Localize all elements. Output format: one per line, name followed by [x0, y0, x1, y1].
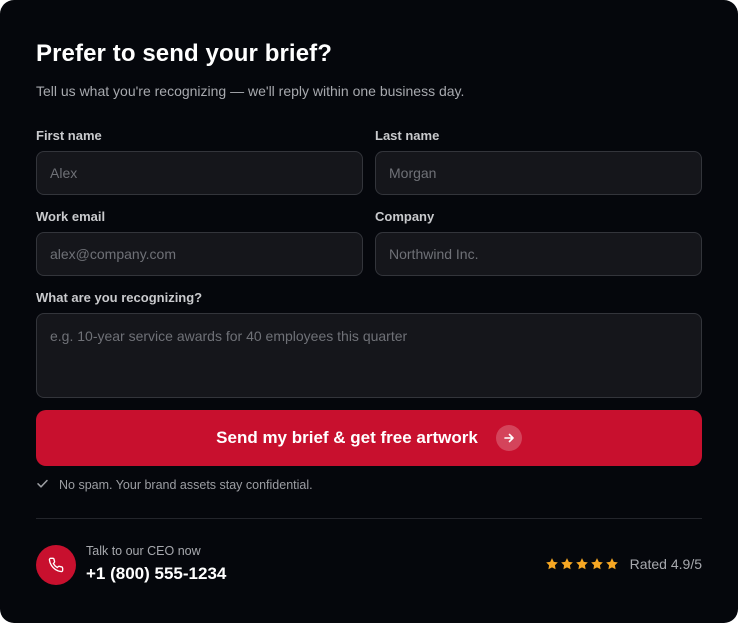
rating-text: Rated 4.9/5 — [629, 556, 702, 572]
form-title: Prefer to send your brief? — [36, 40, 332, 67]
company-input[interactable] — [375, 232, 702, 276]
brief-form-card: Prefer to send your brief? Tell us what … — [0, 0, 738, 623]
arrow-right-icon — [495, 425, 522, 451]
work-email-label: Work email — [36, 209, 106, 224]
ceo-label: Talk to our CEO now — [86, 544, 201, 558]
privacy-note-text: No spam. Your brand assets stay confiden… — [59, 478, 313, 492]
recognizing-label: What are you recognizing? — [36, 290, 203, 305]
send-brief-button[interactable]: Send my brief & get free artwork — [36, 410, 702, 466]
form-subtitle: Tell us what you're recognizing — we'll … — [36, 83, 465, 99]
last-name-label: Last name — [375, 128, 440, 143]
privacy-note: No spam. Your brand assets stay confiden… — [36, 477, 313, 493]
send-brief-button-label: Send my brief & get free artwork — [216, 428, 478, 447]
first-name-input[interactable] — [36, 151, 363, 195]
check-icon — [36, 477, 49, 493]
company-label: Company — [375, 209, 435, 224]
rating: Rated 4.9/5 — [545, 556, 702, 572]
work-email-input[interactable] — [36, 232, 363, 276]
star-icon — [560, 558, 573, 570]
rating-stars — [545, 557, 619, 571]
star-icon — [575, 558, 588, 570]
star-icon — [590, 558, 603, 570]
divider — [36, 518, 702, 519]
phone-number-link[interactable]: +1 (800) 555-1234 — [86, 564, 226, 584]
first-name-label: First name — [36, 128, 102, 143]
recognizing-textarea[interactable] — [36, 313, 702, 398]
last-name-input[interactable] — [375, 151, 702, 195]
phone-icon[interactable] — [36, 545, 76, 585]
star-icon — [605, 558, 618, 570]
star-icon — [545, 558, 558, 570]
